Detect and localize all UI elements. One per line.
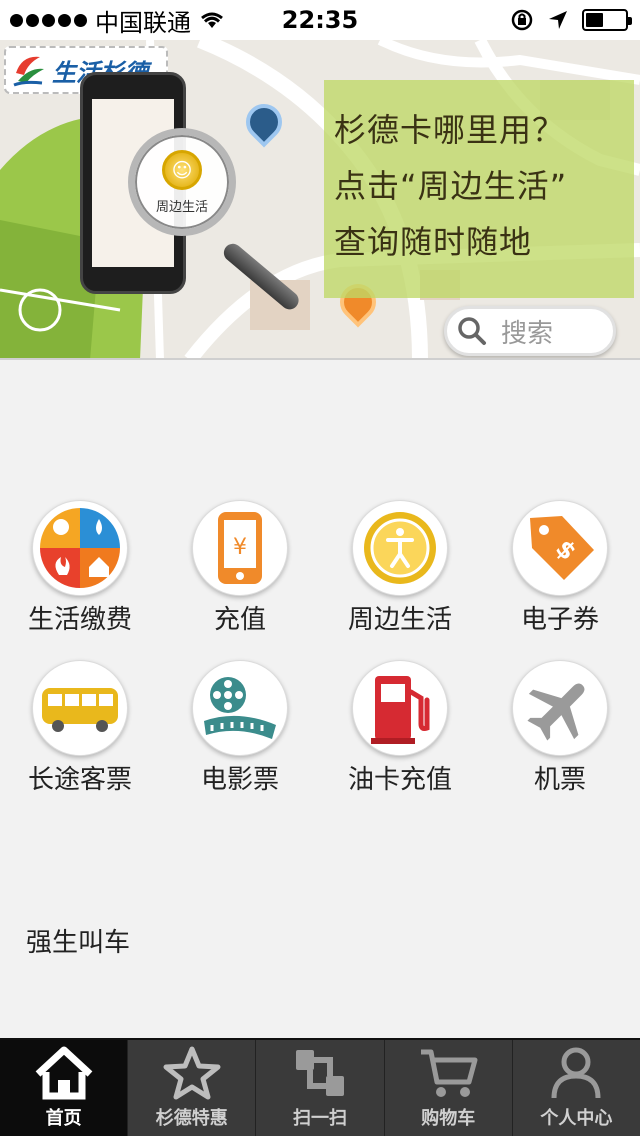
magnifier-illustration: ☺ 周边生活	[128, 128, 236, 236]
person-icon	[551, 1047, 601, 1099]
promo-line-3: 查询随时随地	[334, 223, 533, 261]
search-icon	[458, 317, 486, 345]
battery-icon	[582, 9, 632, 31]
service-recharge[interactable]: ¥ 充值	[160, 500, 320, 636]
service-label: 油卡充值	[347, 765, 452, 795]
service-movie-ticket[interactable]: 电影票	[160, 660, 320, 796]
logo-leaf-icon	[13, 56, 44, 87]
tab-label: 扫一扫	[293, 1108, 347, 1129]
nearby-life-icon	[352, 500, 448, 596]
nearby-mini-icon: ☺	[162, 149, 202, 190]
bus-icon	[32, 660, 128, 756]
service-label: 周边生活	[347, 605, 452, 635]
status-bar: 中国联通 22:35	[0, 0, 640, 40]
service-coach-ticket[interactable]: 长途客票	[0, 660, 160, 796]
tab-cart[interactable]: 购物车	[385, 1040, 513, 1136]
service-label: 机票	[533, 765, 586, 795]
service-utilities[interactable]: 生活缴费	[0, 500, 160, 636]
service-label: 生活缴费	[27, 605, 132, 635]
magnifier-label: 周边生活	[155, 199, 208, 215]
airplane-icon	[512, 660, 608, 756]
tab-profile[interactable]: 个人中心	[513, 1040, 640, 1136]
services-grid: 生活缴费 ¥ 充值 周边生活 $ 电子券 长途客票 电影票 油卡充值 机票	[0, 500, 640, 796]
star-icon	[163, 1046, 221, 1100]
tab-label: 首页	[45, 1108, 82, 1129]
svg-text:¥: ¥	[233, 535, 247, 560]
service-label: 电影票	[200, 765, 279, 795]
home-icon	[35, 1046, 92, 1100]
rotation-lock-icon	[511, 9, 533, 31]
film-reel-icon	[192, 660, 288, 756]
service-air-ticket[interactable]: 机票	[480, 660, 640, 796]
service-label: 电子券	[520, 605, 599, 635]
battery-fill	[586, 13, 603, 27]
tab-scan[interactable]: 扫一扫	[256, 1040, 385, 1136]
scan-icon	[296, 1050, 344, 1096]
tab-label: 杉德特惠	[155, 1108, 228, 1129]
promo-text-panel: 杉德卡哪里用？ 点击“周边生活” 查询随时随地	[324, 80, 634, 298]
service-label: 长途客票	[27, 765, 132, 795]
promo-line-2: 点击“周边生活”	[334, 167, 568, 205]
promo-banner[interactable]: 生活杉德 ☺ 周边生活 杉德卡哪里用？ 点击“周边生活” 查询随时随地 搜索	[0, 40, 640, 360]
search-button[interactable]: 搜索	[444, 306, 616, 356]
tab-label: 购物车	[421, 1108, 476, 1129]
service-label: 充值	[213, 605, 266, 635]
location-arrow-icon	[549, 11, 567, 29]
search-placeholder: 搜索	[501, 318, 554, 349]
bottom-tab-bar: 首页 杉德特惠 扫一扫 购物车 个人中心	[0, 1038, 640, 1136]
phone-recharge-icon: ¥	[192, 500, 288, 596]
cart-icon	[421, 1049, 478, 1097]
fuel-pump-icon	[352, 660, 448, 756]
service-fuel-card[interactable]: 油卡充值	[320, 660, 480, 796]
tab-label: 个人中心	[540, 1108, 613, 1129]
service-nearby-life[interactable]: 周边生活	[320, 500, 480, 636]
tab-offers[interactable]: 杉德特惠	[128, 1040, 257, 1136]
service-taxi-link[interactable]: 强生叫车	[26, 922, 130, 959]
tab-home[interactable]: 首页	[0, 1040, 129, 1136]
coupon-tag-icon: $	[512, 500, 608, 596]
status-right	[510, 0, 632, 40]
promo-line-1: 杉德卡哪里用？	[334, 111, 566, 149]
utilities-icon	[32, 500, 128, 596]
service-e-coupon[interactable]: $ 电子券	[480, 500, 640, 636]
